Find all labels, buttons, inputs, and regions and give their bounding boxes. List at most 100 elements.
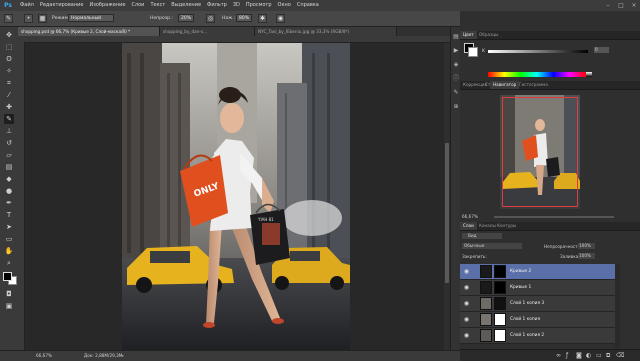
layer-row-curves-2[interactable]: ◉ Кривые 2: [460, 264, 615, 280]
menu-layers[interactable]: Слои: [128, 0, 147, 11]
close-icon[interactable]: ×: [630, 2, 638, 9]
layer-name[interactable]: Слой 1 копия: [510, 312, 540, 328]
layer-row-layer1-copy2[interactable]: ◉ Слой 1 копия 2: [460, 328, 615, 344]
menu-filter[interactable]: Фильтр: [204, 0, 230, 11]
layer-mask-thumbnail[interactable]: [494, 297, 506, 310]
layer-name[interactable]: Кривые 1: [510, 280, 531, 296]
shape-tool-icon[interactable]: ▭: [4, 234, 14, 244]
tab-layers[interactable]: Слои: [460, 222, 477, 230]
crop-tool-icon[interactable]: ⌗: [4, 78, 14, 88]
properties-panel-icon[interactable]: ◈: [452, 61, 460, 69]
visibility-eye-icon[interactable]: ◉: [463, 284, 470, 291]
pressure-opacity-icon[interactable]: ◎: [206, 14, 215, 23]
hand-tool-icon[interactable]: ✋: [4, 246, 14, 256]
pressure-size-icon[interactable]: ◉: [276, 14, 285, 23]
link-layers-icon[interactable]: ∞: [556, 352, 561, 359]
layer-mask-thumbnail[interactable]: [494, 329, 506, 342]
doc-tab-shopping[interactable]: shopping.psd @ 66,7% (Кривые 2, Слой-мас…: [18, 27, 160, 36]
new-adjustment-icon[interactable]: ◐: [586, 352, 591, 359]
clone-source-icon[interactable]: ⊕: [452, 103, 460, 111]
blur-tool-icon[interactable]: ◆: [4, 174, 14, 184]
delete-layer-icon[interactable]: ⌫: [616, 352, 624, 359]
layer-mask-thumbnail[interactable]: [494, 265, 506, 278]
menu-help[interactable]: Справка: [294, 0, 322, 11]
visibility-eye-icon[interactable]: ◉: [463, 332, 470, 339]
actions-panel-icon[interactable]: ▶: [452, 47, 460, 55]
canvas-area[interactable]: ONLY YIAH 81: [25, 43, 450, 350]
brush-tool-icon[interactable]: ✎: [4, 114, 14, 124]
menu-3d[interactable]: 3D: [230, 0, 243, 11]
menu-window[interactable]: Окно: [275, 0, 294, 11]
doc-tab-nyc-taxi[interactable]: NYC_Taxi_by_IEbeniu.jpg @ 33,3% (RGB/8*): [255, 27, 397, 36]
k-value-field[interactable]: 0: [594, 47, 609, 53]
navigator-zoom-slider[interactable]: [494, 216, 614, 218]
navigator-view-box[interactable]: [502, 97, 578, 207]
layer-opacity-field[interactable]: 100%: [578, 243, 595, 249]
layer-mask-thumbnail[interactable]: [494, 313, 506, 326]
quick-select-tool-icon[interactable]: ✧: [4, 66, 14, 76]
blend-mode-select[interactable]: Обычные: [462, 243, 522, 249]
quick-mask-icon[interactable]: ◘: [4, 289, 14, 299]
brush-panel-icon[interactable]: ▦: [38, 14, 47, 23]
visibility-eye-icon[interactable]: ◉: [463, 268, 470, 275]
move-tool-icon[interactable]: ✥: [4, 30, 14, 40]
path-select-tool-icon[interactable]: ➤: [4, 222, 14, 232]
history-brush-tool-icon[interactable]: ↺: [4, 138, 14, 148]
color-spectrum-bar[interactable]: [488, 72, 586, 77]
layer-row-layer1-copy[interactable]: ◉ Слой 1 копия: [460, 312, 615, 328]
type-tool-icon[interactable]: T: [4, 210, 14, 220]
grayscale-bar[interactable]: [586, 72, 592, 77]
lasso-tool-icon[interactable]: ʘ: [4, 54, 14, 64]
gradient-tool-icon[interactable]: ▤: [4, 162, 14, 172]
dodge-tool-icon[interactable]: ●: [4, 186, 14, 196]
color-background-swatch[interactable]: [468, 47, 478, 57]
new-layer-icon[interactable]: ⧉: [606, 352, 610, 360]
add-mask-icon[interactable]: ◙: [576, 352, 582, 359]
history-panel-icon[interactable]: ▤: [452, 33, 460, 41]
screen-mode-icon[interactable]: ▣: [4, 301, 14, 311]
brush-panel-icon[interactable]: ✎: [452, 89, 460, 97]
brush-tool-preset-icon[interactable]: ✎: [4, 14, 13, 23]
menu-file[interactable]: Файл: [17, 0, 37, 11]
healing-brush-tool-icon[interactable]: ✚: [4, 102, 14, 112]
menu-view[interactable]: Просмотр: [243, 0, 275, 11]
doc-tab-shopping-source[interactable]: shopping_by_dan-s...: [160, 27, 255, 36]
layer-name[interactable]: Слой 1 копия 3: [510, 296, 544, 312]
layer-mask-thumbnail[interactable]: [494, 281, 506, 294]
layer-name[interactable]: Слой 1 копия 2: [510, 328, 544, 344]
tab-color[interactable]: Цвет: [460, 31, 477, 39]
tab-navigator[interactable]: Навигатор: [490, 81, 520, 89]
marquee-tool-icon[interactable]: ⬚: [4, 42, 14, 52]
airbrush-icon[interactable]: ✱: [258, 14, 267, 23]
maximize-icon[interactable]: □: [617, 2, 625, 9]
brush-size-icon[interactable]: •: [24, 14, 33, 23]
flow-field[interactable]: 80%: [236, 14, 252, 22]
layers-scrollbar[interactable]: [615, 264, 620, 348]
layer-row-layer1-copy3[interactable]: ◉ Слой 1 копия 3: [460, 296, 615, 312]
k-slider[interactable]: [488, 50, 588, 53]
eraser-tool-icon[interactable]: ▱: [4, 150, 14, 160]
fill-field[interactable]: 100%: [578, 253, 595, 259]
foreground-color-swatch[interactable]: [3, 272, 12, 281]
tab-paths[interactable]: Контуры: [494, 222, 519, 230]
clone-stamp-tool-icon[interactable]: ⊥: [4, 126, 14, 136]
layer-filter-kind[interactable]: Вид: [462, 233, 502, 239]
menu-select[interactable]: Выделение: [168, 0, 204, 11]
opacity-field[interactable]: 20%: [178, 14, 194, 22]
pen-tool-icon[interactable]: ✒: [4, 198, 14, 208]
mode-select[interactable]: Нормальный: [68, 14, 114, 22]
tab-swatches[interactable]: Образцы: [476, 31, 502, 39]
navigator-preview[interactable]: [500, 95, 580, 209]
zoom-tool-icon[interactable]: ⌕: [4, 258, 14, 268]
new-group-icon[interactable]: ▭: [596, 352, 602, 359]
menu-edit[interactable]: Редактирование: [37, 0, 87, 11]
minimize-icon[interactable]: –: [604, 2, 612, 9]
eyedropper-tool-icon[interactable]: ⁄: [4, 90, 14, 100]
info-panel-icon[interactable]: ⓘ: [452, 75, 460, 83]
visibility-eye-icon[interactable]: ◉: [463, 300, 470, 307]
menu-type[interactable]: Текст: [147, 0, 168, 11]
navigator-zoom[interactable]: 66,67%: [462, 214, 478, 219]
visibility-eye-icon[interactable]: ◉: [463, 316, 470, 323]
document-image[interactable]: ONLY YIAH 81: [122, 43, 350, 350]
layer-row-curves-1[interactable]: ◉ Кривые 1: [460, 280, 615, 296]
